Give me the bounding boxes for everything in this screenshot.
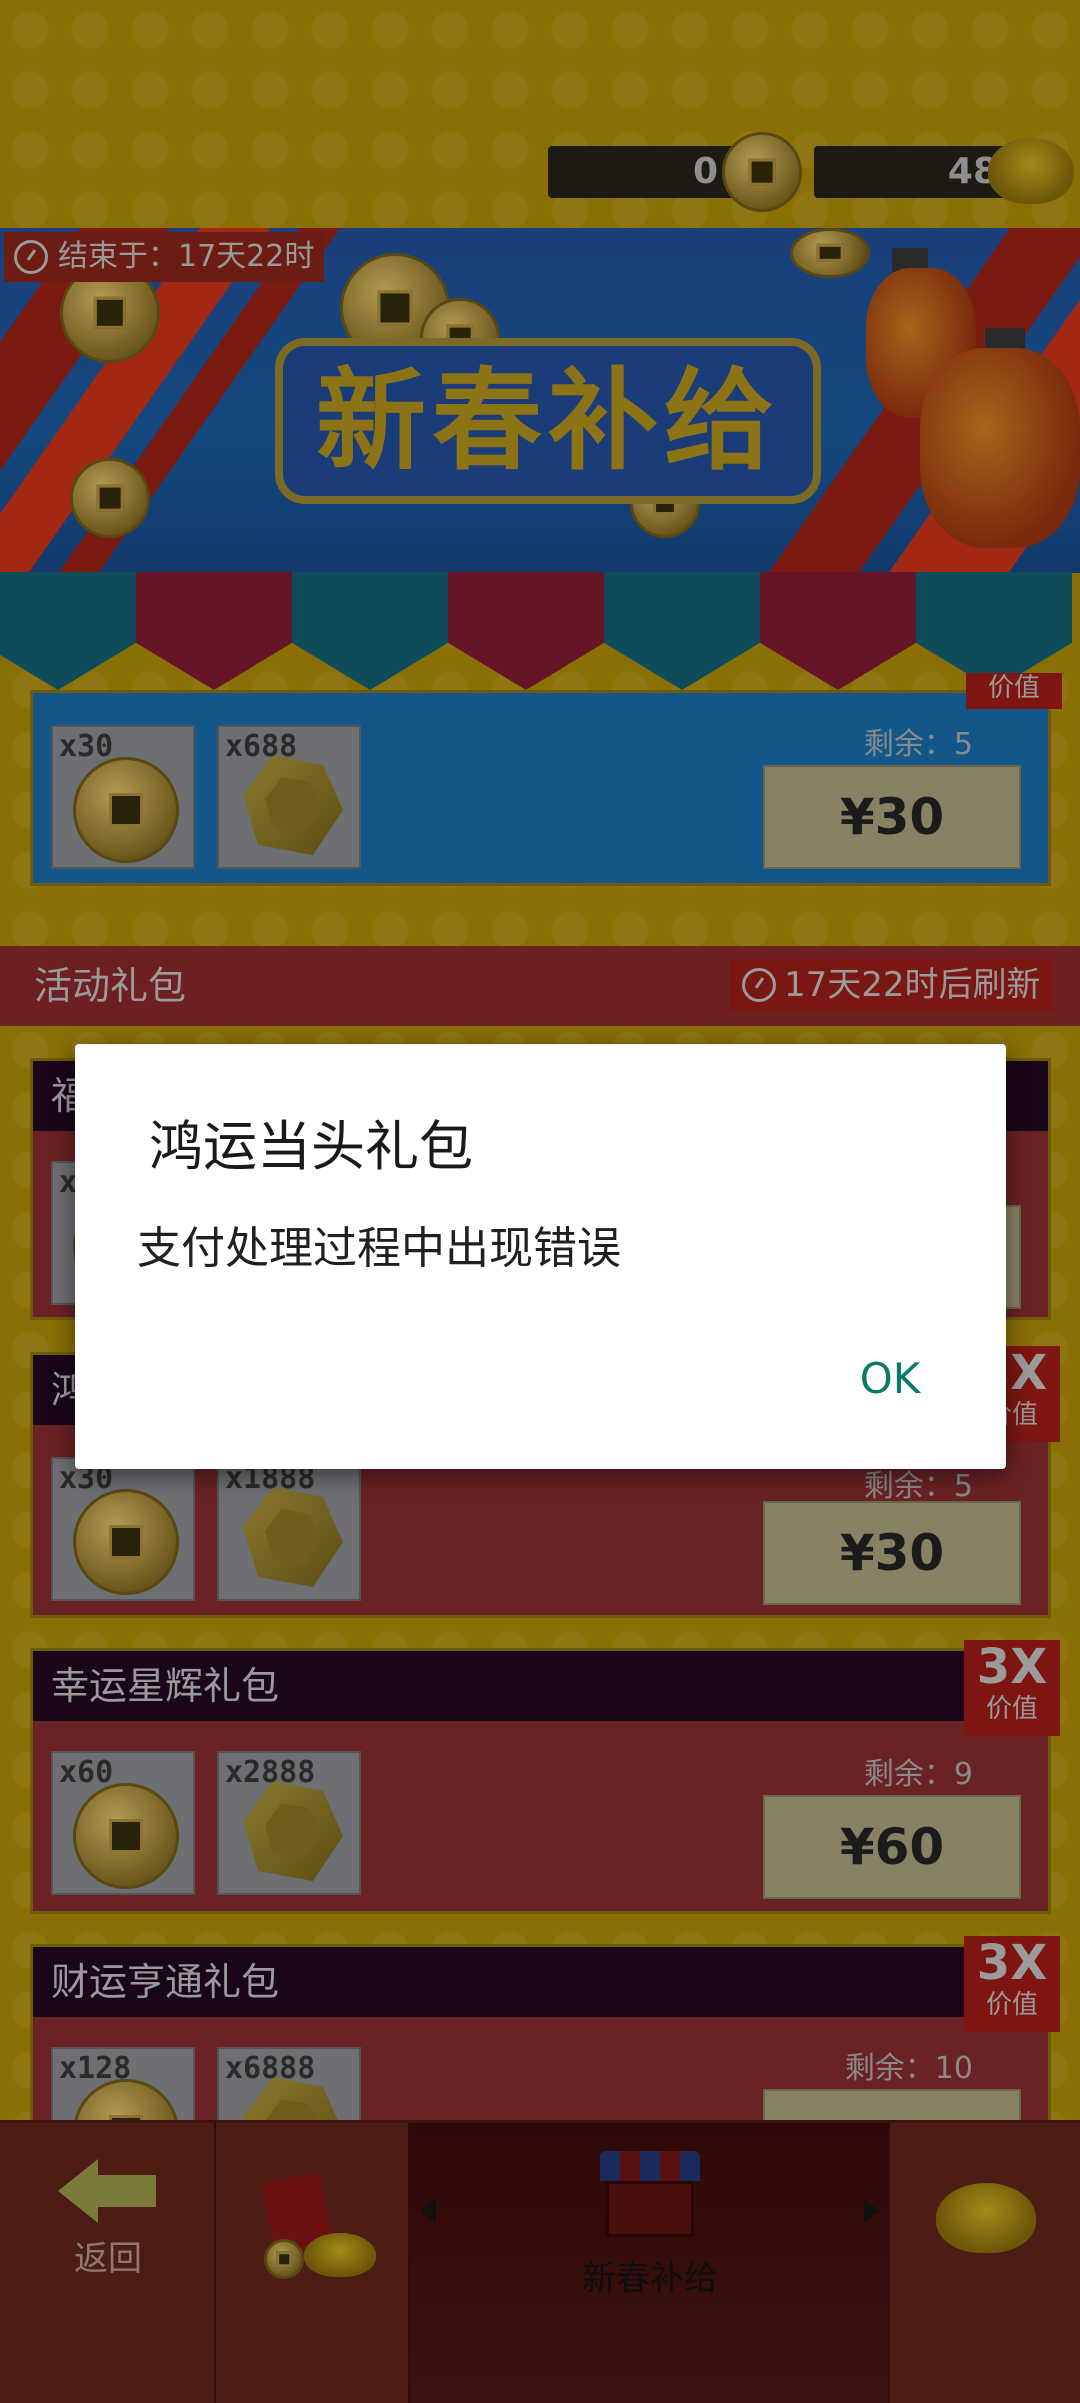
coin-icon: [73, 757, 179, 863]
nav-red-envelope[interactable]: [216, 2123, 410, 2403]
coin-icon: [264, 2239, 304, 2279]
pack-card: 幸运星辉礼包 x60 x2888 剩余：9 ¥60: [30, 1648, 1051, 1914]
coin-decoration-icon: [790, 228, 870, 278]
shop-icon: [600, 2151, 700, 2181]
nav-ingot-shop[interactable]: [890, 2123, 1080, 2403]
nav-back[interactable]: 返回: [0, 2123, 216, 2403]
gem-icon: [243, 1781, 343, 1881]
prev-arrow-icon[interactable]: [420, 2199, 436, 2223]
pack-card: 财运亨通礼包 x128 x6888 剩余：10: [30, 1944, 1051, 2193]
awning-flap: [292, 572, 448, 690]
value-multiplier: 3X: [976, 1935, 1048, 1991]
item-quantity: x6888: [225, 2051, 316, 2086]
pack-header: 财运亨通礼包: [33, 1947, 1048, 2017]
refresh-label: 17天22时后刷新: [784, 965, 1041, 1005]
value-badge-label: 价值: [985, 1990, 1038, 2020]
awning-flap: [0, 572, 136, 690]
pack-title: 幸运星辉礼包: [51, 1664, 280, 1708]
value-badge: 价值: [966, 673, 1062, 709]
coin-icon: [73, 1489, 179, 1595]
next-arrow-icon[interactable]: [864, 2199, 880, 2223]
ingot-icon: [988, 138, 1074, 204]
awning-flap: [448, 572, 604, 690]
nav-active-label: 新春补给: [582, 2259, 718, 2299]
awning-flap: [760, 572, 916, 690]
awning-flap: [604, 572, 760, 690]
reward-item[interactable]: x2888: [217, 1751, 361, 1895]
reward-item[interactable]: x30: [51, 725, 195, 869]
ok-button[interactable]: OK: [835, 1344, 945, 1414]
buy-button[interactable]: ¥60: [763, 1795, 1021, 1899]
value-multiplier: 3X: [976, 1639, 1048, 1695]
item-quantity: x30: [59, 729, 114, 764]
reward-item[interactable]: x688: [217, 725, 361, 869]
reward-item[interactable]: x30: [51, 1457, 195, 1601]
item-quantity: x688: [225, 729, 298, 764]
event-end-label: 结束于：17天22时: [58, 239, 315, 274]
dialog-title: 鸿运当头礼包: [149, 1115, 473, 1178]
bottom-nav: 返回 新春补给: [0, 2120, 1080, 2403]
remaining-count: 剩余：9: [863, 1757, 973, 1792]
nav-new-year-supply[interactable]: 新春补给: [410, 2123, 890, 2403]
item-quantity: x60: [59, 1755, 114, 1790]
ingot-icon: [304, 2233, 376, 2277]
item-quantity: x128: [59, 2051, 132, 2086]
buy-button[interactable]: ¥30: [763, 1501, 1021, 1605]
value-badge: 3X 价值: [964, 1640, 1060, 1736]
back-arrow-icon: [96, 2175, 156, 2207]
coin-icon: [722, 132, 802, 212]
pack-title: 财运亨通礼包: [51, 1960, 280, 2004]
ingot-icon: [936, 2183, 1036, 2253]
dialog-message: 支付处理过程中出现错误: [137, 1223, 621, 1274]
shop-awning: [0, 572, 1080, 692]
clock-icon: [742, 968, 776, 1002]
value-badge-label: 价值: [985, 1694, 1038, 1724]
refresh-timer: 17天22时后刷新: [730, 959, 1053, 1011]
coin-icon: [73, 1783, 179, 1889]
remaining-count: 剩余：5: [863, 727, 973, 762]
gem-icon: [243, 755, 343, 855]
event-end-badge: 结束于：17天22时: [4, 232, 325, 282]
item-quantity: x2888: [225, 1755, 316, 1790]
value-badge-label: 价值: [987, 673, 1040, 703]
coin-decoration-icon: [70, 458, 150, 538]
remaining-count: 剩余：10: [844, 2051, 973, 2086]
section-title: 活动礼包: [34, 964, 187, 1008]
error-dialog: 鸿运当头礼包 支付处理过程中出现错误 OK: [75, 1044, 1006, 1469]
shop-icon-body: [606, 2181, 694, 2237]
reward-item[interactable]: x60: [51, 1751, 195, 1895]
gem-icon: [243, 1487, 343, 1587]
back-arrow-icon: [58, 2159, 98, 2223]
lantern-icon: [920, 348, 1080, 548]
section-header: 活动礼包 17天22时后刷新: [0, 946, 1080, 1026]
back-label: 返回: [74, 2239, 142, 2279]
pack-header: 幸运星辉礼包: [33, 1651, 1048, 1721]
value-badge: 3X 价值: [964, 1936, 1060, 2032]
clock-icon: [14, 240, 48, 274]
awning-flap: [136, 572, 292, 690]
buy-button[interactable]: ¥30: [763, 765, 1021, 869]
reward-item[interactable]: x1888: [217, 1457, 361, 1601]
pack-card-top: 价值 x30 x688 剩余：5 ¥30: [30, 673, 1062, 886]
banner-title: 新春补给: [316, 357, 780, 485]
